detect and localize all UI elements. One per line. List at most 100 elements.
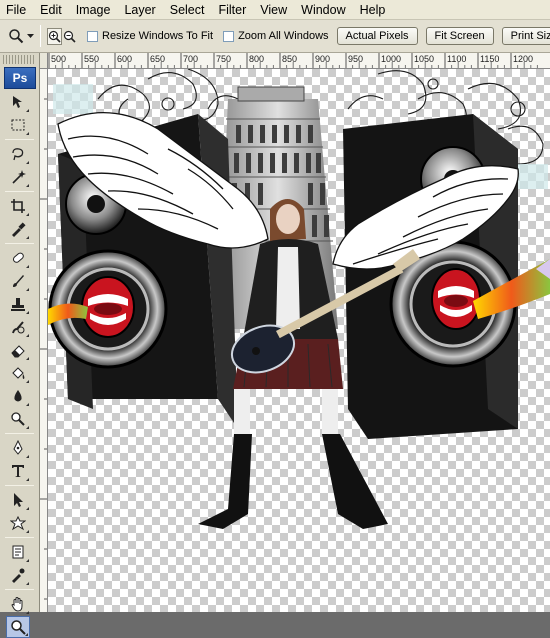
menu-view[interactable]: View xyxy=(260,3,287,17)
tool-preset-picker[interactable] xyxy=(8,25,34,47)
eyedropper-tool-button[interactable] xyxy=(6,218,30,240)
actual-pixels-button[interactable]: Actual Pixels xyxy=(336,27,418,45)
right-mouth xyxy=(431,268,481,330)
eraser-tool-button[interactable] xyxy=(6,339,30,361)
notes-tool-button[interactable] xyxy=(6,541,30,563)
crop-tool-icon xyxy=(11,199,25,213)
tool-flyout-indicator xyxy=(26,380,29,383)
menu-select[interactable]: Select xyxy=(170,3,205,17)
pen-tool-button[interactable] xyxy=(6,437,30,459)
document-canvas[interactable] xyxy=(48,69,550,612)
ruler-tick-label: 650 xyxy=(150,54,165,64)
zoom-all-checkbox[interactable] xyxy=(223,30,235,42)
zoom-all-label: Zoom All Windows xyxy=(238,30,329,42)
resize-windows-label: Resize Windows To Fit xyxy=(102,30,214,42)
menu-file[interactable]: File xyxy=(6,3,26,17)
type-tool-icon xyxy=(12,465,24,477)
tool-flyout-indicator xyxy=(26,132,29,135)
dodge-tool-icon xyxy=(11,412,25,426)
healing-brush-tool-icon xyxy=(12,252,24,263)
history-brush-tool-button[interactable] xyxy=(6,316,30,338)
options-bar: Resize Windows To Fit Zoom All Windows A… xyxy=(0,20,550,53)
tool-flyout-indicator xyxy=(26,288,29,291)
blur-tool-icon xyxy=(14,390,22,402)
horizontal-ruler[interactable]: 1450500550600650700750800850900950100010… xyxy=(48,53,550,69)
custom-shape-tool-button[interactable] xyxy=(6,512,30,534)
pen-tool-icon xyxy=(13,440,23,455)
toolbox-separator xyxy=(5,139,34,140)
marquee-tool-button[interactable] xyxy=(6,114,30,136)
eyedropper2-tool-icon xyxy=(12,568,25,583)
resize-windows-option[interactable]: Resize Windows To Fit xyxy=(87,30,213,42)
menu-filter[interactable]: Filter xyxy=(218,3,246,17)
path-selection-tool-icon xyxy=(14,493,23,507)
blur-tool-button[interactable] xyxy=(6,385,30,407)
zoom-tool-button[interactable] xyxy=(6,616,30,638)
toolbox-separator xyxy=(5,537,34,538)
ruler-tick-label: 1000 xyxy=(381,54,401,64)
brush-tool-icon xyxy=(13,275,24,287)
tool-flyout-indicator xyxy=(26,611,29,614)
zoom-icon xyxy=(9,29,24,44)
ruler-tick-label: 1050 xyxy=(414,54,434,64)
path-selection-tool-button[interactable] xyxy=(6,489,30,511)
menu-layer[interactable]: Layer xyxy=(124,3,155,17)
ruler-origin[interactable] xyxy=(40,53,48,69)
right-speaker xyxy=(343,114,550,439)
paint-bucket-tool-icon xyxy=(12,367,25,379)
ruler-tick-label: 950 xyxy=(348,54,363,64)
artwork xyxy=(48,69,550,529)
toolbox-separator xyxy=(5,485,34,486)
move-tool-button[interactable] xyxy=(6,91,30,113)
ruler-tick-label: 800 xyxy=(249,54,264,64)
print-size-button[interactable]: Print Size xyxy=(501,27,550,45)
tool-flyout-indicator xyxy=(26,426,29,429)
dodge-tool-button[interactable] xyxy=(6,408,30,430)
tool-flyout-indicator xyxy=(26,559,29,562)
brush-tool-button[interactable] xyxy=(6,270,30,292)
resize-windows-checkbox[interactable] xyxy=(87,30,98,42)
fit-screen-button[interactable]: Fit Screen xyxy=(425,27,494,45)
ruler-tick-label: 850 xyxy=(282,54,297,64)
move-tool-icon xyxy=(13,96,22,108)
custom-shape-tool-icon xyxy=(10,515,26,531)
menu-image[interactable]: Image xyxy=(76,3,111,17)
toolbox-grip[interactable] xyxy=(3,55,36,64)
tool-flyout-indicator xyxy=(26,265,29,268)
notes-tool-icon xyxy=(12,545,24,559)
tool-flyout-indicator xyxy=(26,109,29,112)
marquee-tool-icon xyxy=(11,119,25,131)
ruler-tick-label: 500 xyxy=(51,54,66,64)
ruler-tick-label: 900 xyxy=(315,54,330,64)
vertical-ruler[interactable] xyxy=(40,69,48,612)
menu-help[interactable]: Help xyxy=(360,3,386,17)
toolbox: Ps xyxy=(0,53,40,638)
clone-stamp-tool-button[interactable] xyxy=(6,293,30,315)
history-brush-tool-icon xyxy=(12,321,25,334)
ruler-tick-label: 700 xyxy=(183,54,198,64)
tool-flyout-indicator xyxy=(26,236,29,239)
photoshop-logo[interactable]: Ps xyxy=(4,67,36,89)
tool-flyout-indicator xyxy=(26,161,29,164)
tool-flyout-indicator xyxy=(26,455,29,458)
zoom-in-button[interactable] xyxy=(47,27,62,45)
zoom-tool-icon xyxy=(11,620,26,635)
menu-window[interactable]: Window xyxy=(301,3,345,17)
type-tool-button[interactable] xyxy=(6,460,30,482)
zoom-all-option[interactable]: Zoom All Windows xyxy=(223,30,329,42)
tool-flyout-indicator xyxy=(26,478,29,481)
ruler-tick-label: 750 xyxy=(216,54,231,64)
magic-wand-tool-button[interactable] xyxy=(6,166,30,188)
clone-stamp-tool-icon xyxy=(11,298,25,311)
paint-bucket-tool-button[interactable] xyxy=(6,362,30,384)
crop-tool-button[interactable] xyxy=(6,195,30,217)
lasso-tool-button[interactable] xyxy=(6,143,30,165)
zoom-out-button[interactable] xyxy=(63,28,76,45)
ruler-tick-label: 1150 xyxy=(480,54,499,64)
tool-flyout-indicator xyxy=(26,582,29,585)
menu-edit[interactable]: Edit xyxy=(40,3,62,17)
ruler-tick-label: 600 xyxy=(117,54,132,64)
menu-bar: File Edit Image Layer Select Filter View… xyxy=(0,0,550,20)
eyedropper2-tool-button[interactable] xyxy=(6,564,30,586)
healing-brush-tool-button[interactable] xyxy=(6,247,30,269)
